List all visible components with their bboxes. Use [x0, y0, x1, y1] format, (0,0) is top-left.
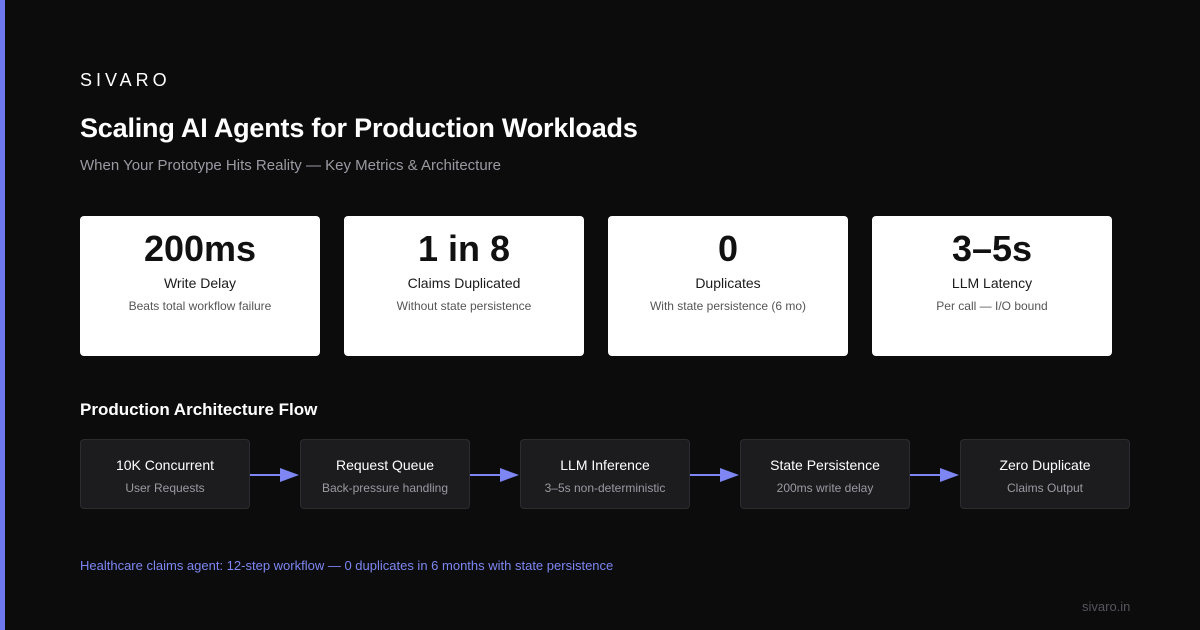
- site-url: sivaro.in: [1082, 599, 1131, 614]
- metric-value: 3–5s: [951, 228, 1033, 269]
- metric-value: 200ms: [143, 228, 257, 269]
- flow-step-llm-inference: LLM Inference 3–5s non-deterministic: [520, 439, 690, 509]
- metric-value: 1 in 8: [417, 228, 511, 269]
- flow-step-desc: 200ms write delay: [776, 481, 874, 495]
- flow-step-name: State Persistence: [770, 457, 880, 473]
- flow-step-name: Zero Duplicate: [999, 457, 1091, 473]
- flow-arrow-1: [250, 468, 299, 482]
- metric-note: Beats total workflow failure: [128, 299, 272, 313]
- metric-label: Duplicates: [695, 275, 761, 291]
- flow-section-title: Production Architecture Flow: [80, 400, 318, 419]
- metric-card-llm-latency: 3–5s LLM Latency Per call — I/O bound: [872, 216, 1112, 356]
- metric-note: With state persistence (6 mo): [649, 299, 807, 313]
- flow-step-desc: 3–5s non-deterministic: [544, 481, 666, 495]
- flow-arrow-2: [470, 468, 519, 482]
- flow-step-zero-duplicate: Zero Duplicate Claims Output: [960, 439, 1130, 509]
- metric-note: Per call — I/O bound: [936, 299, 1048, 313]
- flow-step-request-queue: Request Queue Back-pressure handling: [300, 439, 470, 509]
- metric-card-duplicates: 0 Duplicates With state persistence (6 m…: [608, 216, 848, 356]
- flow-step-desc: User Requests: [125, 481, 205, 495]
- flow-arrow-3: [690, 468, 739, 482]
- metric-card-write-delay: 200ms Write Delay Beats total workflow f…: [80, 216, 320, 356]
- flow-step-name: 10K Concurrent: [115, 457, 215, 473]
- accent-bar: [0, 0, 5, 630]
- page-title: Scaling AI Agents for Production Workloa…: [80, 113, 638, 143]
- flow-step-desc: Claims Output: [1006, 481, 1084, 495]
- page-subtitle: When Your Prototype Hits Reality — Key M…: [80, 157, 502, 174]
- flow-step-state-persistence: State Persistence 200ms write delay: [740, 439, 910, 509]
- brand-logo: SIVARO: [80, 70, 171, 90]
- flow-step-desc: Back-pressure handling: [321, 481, 449, 495]
- metric-value: 0: [717, 228, 739, 269]
- metric-note: Without state persistence: [396, 299, 532, 313]
- metric-label: Claims Duplicated: [407, 275, 521, 291]
- metric-label: Write Delay: [163, 275, 237, 291]
- metric-label: LLM Latency: [951, 275, 1033, 291]
- footnote: Healthcare claims agent: 12-step workflo…: [80, 558, 614, 573]
- metric-card-claims-duplicated: 1 in 8 Claims Duplicated Without state p…: [344, 216, 584, 356]
- flow-arrow-4: [910, 468, 959, 482]
- flow-step-name: LLM Inference: [560, 457, 650, 473]
- flow-step-concurrent-requests: 10K Concurrent User Requests: [80, 439, 250, 509]
- flow-step-name: Request Queue: [335, 457, 435, 473]
